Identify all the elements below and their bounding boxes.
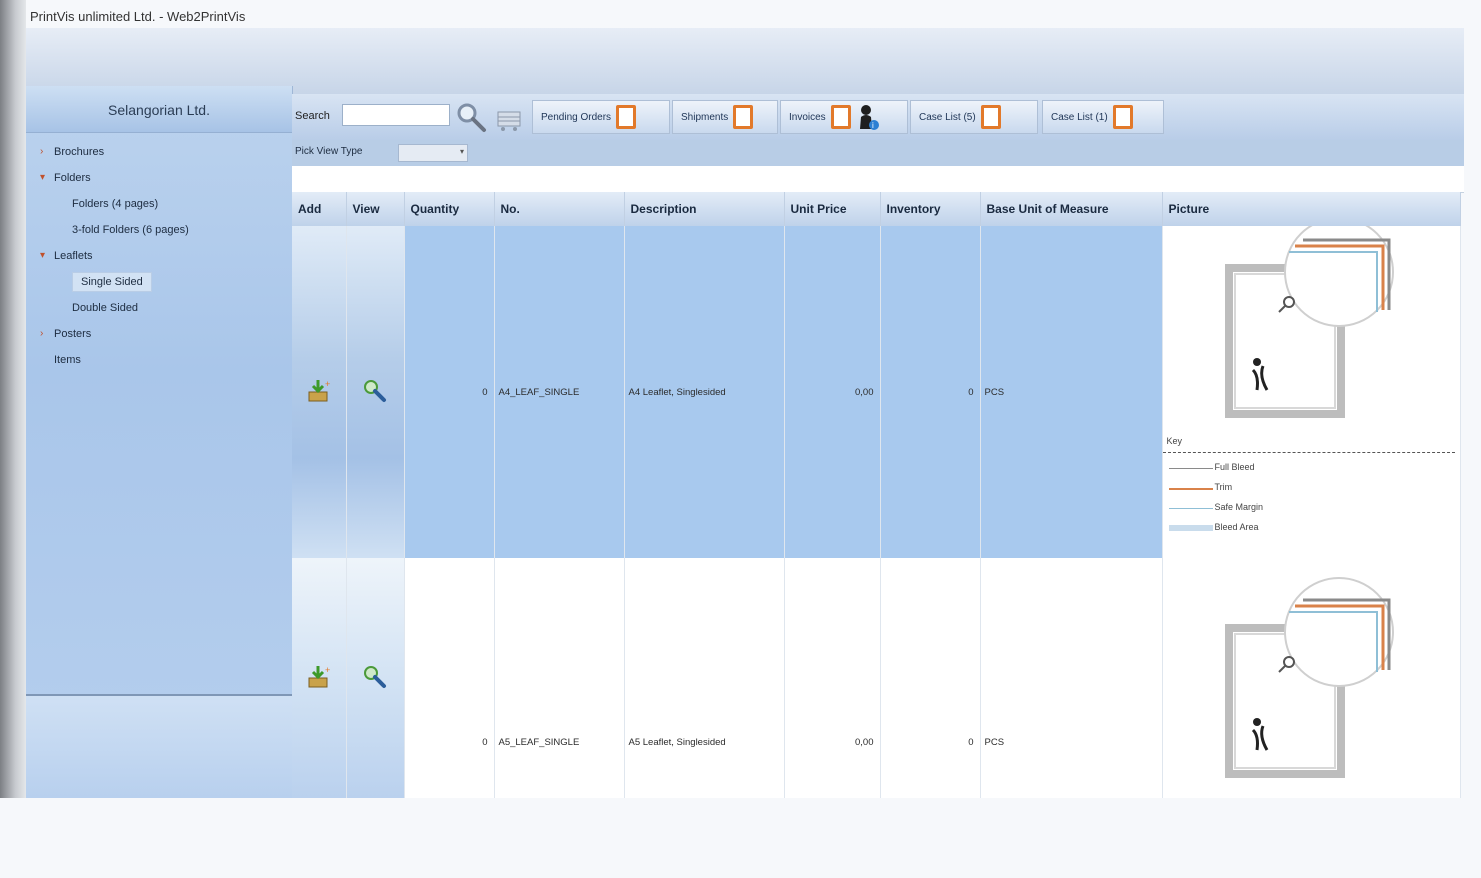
column-header-picture[interactable]: Picture <box>1162 192 1461 226</box>
view-details-icon[interactable] <box>362 664 388 690</box>
quantity-cell: 0 <box>404 226 495 558</box>
column-header-quantity[interactable]: Quantity <box>404 192 495 226</box>
view-cell <box>346 226 405 558</box>
view-type-bar: Pick View Type ▾ <box>292 140 1464 166</box>
tree-expanded-icon: ▾ <box>40 172 46 183</box>
sidebar-footer-panel <box>26 694 292 798</box>
quantity-cell: 0 <box>404 558 495 798</box>
tree-bullet-icon: › <box>40 146 44 157</box>
document-icon <box>830 105 851 129</box>
unit-price-cell: 0,00 <box>784 558 881 798</box>
key-divider <box>1162 452 1455 453</box>
picture-cell <box>1162 558 1461 798</box>
inventory-cell: 0 <box>880 226 981 558</box>
svg-text:+: + <box>325 379 330 389</box>
sidebar-item-double-sided[interactable]: Double Sided <box>26 295 292 321</box>
sidebar-item-3-fold-folders[interactable]: 3-fold Folders (6 pages) <box>26 217 292 243</box>
add-to-cart-icon[interactable]: + <box>306 664 332 690</box>
search-input[interactable] <box>342 104 450 126</box>
item-no-cell: A4_LEAF_SINGLE <box>494 226 625 558</box>
view-type-label: Pick View Type <box>295 146 363 157</box>
top-banner <box>26 28 1464 94</box>
sidebar-item-single-sided[interactable]: Single Sided <box>26 269 292 295</box>
picture-key: Key Full Bleed Trim Safe Margin Bleed Ar… <box>1162 436 1455 539</box>
items-table: Add View Quantity No. Description Unit P… <box>292 192 1461 798</box>
inventory-cell: 0 <box>880 558 981 798</box>
picture-cell: Key Full Bleed Trim Safe Margin Bleed Ar… <box>1162 217 1461 558</box>
document-icon <box>733 105 754 129</box>
app-window: Selangorian Ltd. › Brochures ▾ Folders Fol… <box>26 8 1464 798</box>
uom-cell: PCS <box>980 558 1163 798</box>
item-no-cell: A5_LEAF_SINGLE <box>494 558 625 798</box>
description-cell: A5 Leaflet, Singlesided <box>624 558 785 798</box>
category-tree: › Brochures ▾ Folders Folders (4 pages) 3-… <box>26 139 292 373</box>
sidebar-header: Selangorian Ltd. <box>26 86 292 133</box>
toolbar: Search Pending Orders Shipments Invoices… <box>292 94 1464 140</box>
sidebar-item-leaflets[interactable]: ▾ Leaflets <box>26 243 292 269</box>
document-icon <box>1112 105 1133 129</box>
svg-text:i: i <box>872 121 874 130</box>
add-cell: + <box>292 558 347 798</box>
case-list-1-button[interactable]: Case List (1) <box>1042 100 1164 134</box>
sidebar-item-folders-4-pages[interactable]: Folders (4 pages) <box>26 191 292 217</box>
company-name: Selangorian Ltd. <box>108 102 210 118</box>
sidebar-item-items[interactable]: Items <box>26 347 292 373</box>
sidebar-item-posters[interactable]: › Posters <box>26 321 292 347</box>
view-details-icon[interactable] <box>362 378 388 404</box>
category-sidebar: Selangorian Ltd. › Brochures ▾ Folders Fol… <box>26 86 293 798</box>
chevron-down-icon: ▾ <box>459 147 464 156</box>
search-label: Search <box>295 110 330 122</box>
column-header-description[interactable]: Description <box>624 192 785 226</box>
column-header-inventory[interactable]: Inventory <box>880 192 981 226</box>
tree-bullet-icon: › <box>40 328 44 339</box>
invoices-button[interactable]: Invoices i <box>780 100 908 134</box>
svg-text:+: + <box>325 665 330 675</box>
view-type-select[interactable]: ▾ <box>398 144 468 162</box>
filter-bar <box>292 166 1464 193</box>
key-item-full-bleed: Full Bleed <box>1163 459 1455 479</box>
screen-edge <box>0 0 26 798</box>
add-cell: + <box>292 226 347 558</box>
sidebar-item-brochures[interactable]: › Brochures <box>26 139 292 165</box>
unit-price-cell: 0,00 <box>784 226 881 558</box>
key-item-trim: Trim <box>1163 479 1455 499</box>
tree-expanded-icon: ▾ <box>40 250 46 261</box>
column-header-no[interactable]: No. <box>494 192 625 226</box>
table-row[interactable]: + 0 A4_LEAF_SINGLE A4 Leaflet, Singlesid… <box>292 217 1461 558</box>
table-header-row: Add View Quantity No. Description Unit P… <box>292 192 1461 226</box>
key-item-bleed-area: Bleed Area <box>1163 519 1455 539</box>
product-picture <box>1163 558 1455 878</box>
pending-orders-button[interactable]: Pending Orders <box>532 100 670 134</box>
column-header-unit-price[interactable]: Unit Price <box>784 192 881 226</box>
column-header-view[interactable]: View <box>346 192 405 226</box>
cart-icon[interactable] <box>492 100 526 134</box>
document-icon <box>980 105 1001 129</box>
sidebar-item-folders[interactable]: ▾ Folders <box>26 165 292 191</box>
table-row[interactable]: + 0 A5_LEAF_SINGLE A5 Leaflet, Singlesid… <box>292 558 1461 798</box>
user-info-icon: i <box>857 103 879 131</box>
search-icon[interactable] <box>454 100 488 134</box>
key-title: Key <box>1166 436 1183 446</box>
description-cell: A4 Leaflet, Singlesided <box>624 226 785 558</box>
shipments-button[interactable]: Shipments <box>672 100 778 134</box>
document-icon <box>616 105 637 129</box>
item-grid: Add View Quantity No. Description Unit P… <box>292 192 1464 798</box>
column-header-add[interactable]: Add <box>292 192 347 226</box>
uom-cell: PCS <box>980 226 1163 558</box>
view-cell <box>346 558 405 798</box>
add-to-cart-icon[interactable]: + <box>306 378 332 404</box>
column-header-base-unit[interactable]: Base Unit of Measure <box>980 192 1163 226</box>
key-item-safe-margin: Safe Margin <box>1163 499 1455 519</box>
case-list-5-button[interactable]: Case List (5) <box>910 100 1038 134</box>
